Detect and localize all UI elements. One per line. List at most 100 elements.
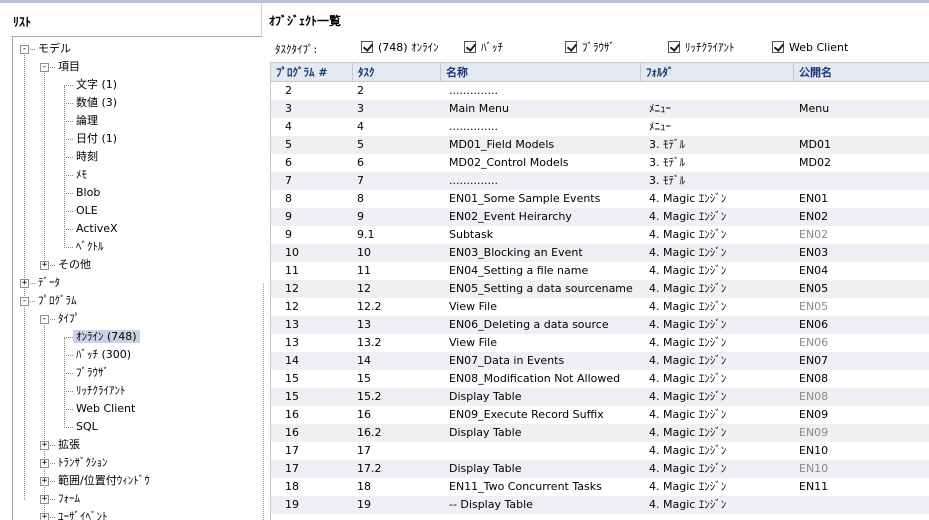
table-row[interactable]: 16 16 EN09_Execute Record Suffix 4. Magic ｴ… [271,406,929,424]
tree-item-label: 拡張 [58,438,80,451]
collapse-icon[interactable]: - [40,63,49,72]
expand-icon[interactable]: + [40,441,49,450]
table-cell: 4. Magic ｴﾝｼﾞﾝ [649,480,727,493]
table-row[interactable]: 18 18 EN11_Two Concurrent Tasks 4. Magic ｴﾝ… [271,478,929,496]
expand-icon[interactable]: + [40,495,49,504]
tree-item[interactable]: ﾀｲﾌﾟ [55,311,83,327]
table-cell: .............. [449,120,498,133]
tree-item[interactable]: ﾌﾞﾗｳｻﾞ [73,365,112,381]
tree-item[interactable]: ActiveX [73,221,121,237]
table-row[interactable]: 17 17 4. Magic ｴﾝｼﾞﾝ EN10 [271,442,929,460]
table-row[interactable]: 6 6 MD02_Control Models 3. ﾓﾃﾞﾙ MD02 [271,154,929,172]
table-row[interactable]: 12 12.2 View File 4. Magic ｴﾝｼﾞﾝ EN05 [271,298,929,316]
column-header[interactable]: 名称 [441,63,641,82]
table-row[interactable]: 19 19 -- Display Table 4. Magic ｴﾝｼﾞﾝ [271,496,929,514]
tree-connector [64,211,73,212]
tree-connector [64,337,73,338]
expand-icon[interactable]: + [40,261,49,270]
column-header[interactable]: ﾀｽｸ [353,63,441,82]
table-row[interactable]: 3 3 Main Menu ﾒﾆｭｰ Menu [271,100,929,118]
tree-item[interactable]: ﾄﾗﾝｻﾞｸｼｮﾝ [55,455,111,471]
tree-item[interactable]: ﾊﾞｯﾁ (300) [73,347,134,363]
tree-item[interactable]: 数値 (3) [73,95,120,111]
table-row[interactable]: 17 17.2 Display Table 4. Magic ｴﾝｼﾞﾝ EN10 [271,460,929,478]
table-cell: EN06_Deleting a data source [449,318,609,331]
table-row[interactable]: 9 9.1 Subtask 4. Magic ｴﾝｼﾞﾝ EN02 [271,226,929,244]
tree-item[interactable]: 論理 [73,113,101,129]
table-cell: EN11_Two Concurrent Tasks [449,480,602,493]
collapse-icon[interactable]: - [20,297,29,306]
table-cell: EN01_Some Sample Events [449,192,601,205]
table-row[interactable]: 11 11 EN04_Setting a file name 4. Magic ｴﾝｼ… [271,262,929,280]
task-type-checkbox[interactable]: ﾊﾞｯﾁ [464,41,503,55]
checkbox-checked-icon[interactable] [772,41,784,53]
table-row[interactable]: 8 8 EN01_Some Sample Events 4. Magic ｴﾝｼﾞﾝ E… [271,190,929,208]
table-cell: 3. ﾓﾃﾞﾙ [649,174,685,187]
expand-icon[interactable]: + [40,513,49,520]
checkbox-checked-icon[interactable] [464,41,476,53]
tree-item[interactable]: ﾕｰｻﾞｲﾍﾞﾝﾄ [55,509,111,520]
tree-item[interactable]: ﾌｫｰﾑ [55,491,83,507]
table-cell: .............. [449,84,498,97]
tree-item[interactable]: ﾍﾞｸﾄﾙ [73,239,107,255]
table-cell: EN07_Data in Events [449,354,565,367]
column-header[interactable]: 公開名 [794,63,929,82]
tree-item[interactable]: ｵﾝﾗｲﾝ (748) [73,329,140,345]
table-cell: 19 [285,498,299,511]
table-cell: 3 [357,102,364,115]
navigation-tree[interactable]: - モデル - 項目 文字 (1) 数値 (3) 論理 日付 (1) 時刻 ﾒﾓ Blob OLE Ac… [12,36,262,520]
table-row[interactable]: 2 2.............. [271,82,929,100]
table-row[interactable]: 15 15 EN08_Modification Not Allowed 4. Magi… [271,370,929,388]
tree-item[interactable]: その他 [55,257,94,273]
tree-item[interactable]: ﾃﾞｰﾀ [35,275,63,291]
checkbox-checked-icon[interactable] [361,41,373,53]
tree-item[interactable]: 日付 (1) [73,131,120,147]
table-cell: 4. Magic ｴﾝｼﾞﾝ [649,264,727,277]
table-row[interactable]: 13 13 EN06_Deleting a data source 4. Magic … [271,316,929,334]
table-cell: 12 [285,300,299,313]
column-header[interactable]: ﾌｫﾙﾀﾞ [641,63,794,82]
table-cell: 13.2 [357,336,382,349]
table-row[interactable]: 9 9 EN02_Event Heirarchy 4. Magic ｴﾝｼﾞﾝ EN02 [271,208,929,226]
table-row[interactable]: 14 14 EN07_Data in Events 4. Magic ｴﾝｼﾞﾝ EN0… [271,352,929,370]
table-row[interactable]: 13 13.2 View File 4. Magic ｴﾝｼﾞﾝ EN06 [271,334,929,352]
table-row[interactable]: 15 15.2 Display Table 4. Magic ｴﾝｼﾞﾝ EN08 [271,388,929,406]
tree-item[interactable]: 文字 (1) [73,77,120,93]
tree-item[interactable]: OLE [73,203,101,219]
checkbox-checked-icon[interactable] [565,41,577,53]
table-row[interactable]: 16 16.2 Display Table 4. Magic ｴﾝｼﾞﾝ EN09 [271,424,929,442]
tree-item-label: ﾄﾗﾝｻﾞｸｼｮﾝ [58,456,108,469]
expand-icon[interactable]: + [40,477,49,486]
column-header[interactable]: ﾌﾟﾛｸﾞﾗﾑ # [271,63,353,82]
tree-item[interactable]: 範囲/位置付ｳｨﾝﾄﾞｳ [55,473,153,489]
tree-item[interactable]: モデル [35,41,74,57]
task-type-checkbox[interactable]: ﾘｯﾁｸﾗｲｱﾝﾄ [668,41,735,55]
table-row[interactable]: 12 12 EN05_Setting a data sourcename 4. Mag… [271,280,929,298]
collapse-icon[interactable]: - [40,315,49,324]
task-type-checkbox[interactable]: (748) ｵﾝﾗｲﾝ [361,41,439,55]
checkbox-checked-icon[interactable] [668,41,680,53]
expand-icon[interactable]: + [40,459,49,468]
tree-item[interactable]: SQL [73,419,101,435]
table-row[interactable]: 5 5 MD01_Field Models 3. ﾓﾃﾞﾙ MD01 [271,136,929,154]
tree-item[interactable]: ﾌﾟﾛｸﾞﾗﾑ [35,293,80,309]
tree-item-label: ﾌﾟﾛｸﾞﾗﾑ [38,294,77,307]
table-cell: ﾒﾆｭｰ [649,120,671,133]
collapse-icon[interactable]: - [20,45,29,54]
table-cell: 3. ﾓﾃﾞﾙ [649,156,685,169]
tree-item[interactable]: 項目 [55,59,83,75]
table-row[interactable]: 10 10 EN03_Blocking an Event 4. Magic ｴﾝｼﾞﾝ… [271,244,929,262]
table-cell: EN08_Modification Not Allowed [449,372,621,385]
table-row[interactable]: 4 4.............. ﾒﾆｭｰ [271,118,929,136]
table-row[interactable]: 7 7.............. 3. ﾓﾃﾞﾙ [271,172,929,190]
task-type-checkbox[interactable]: ﾌﾞﾗｳｻﾞ [565,41,615,55]
tree-item[interactable]: 時刻 [73,149,101,165]
tree-item[interactable]: Web Client [73,401,138,417]
expand-icon[interactable]: + [20,279,29,288]
tree-item[interactable]: ﾘｯﾁｸﾗｲｱﾝﾄ [73,383,129,399]
task-type-checkbox[interactable]: Web Client [772,41,848,55]
tree-item[interactable]: ﾒﾓ [73,167,90,183]
tree-item[interactable]: 拡張 [55,437,83,453]
object-grid[interactable]: ﾌﾟﾛｸﾞﾗﾑ # ﾀｽｸ 名称 ﾌｫﾙﾀﾞ 公開名 2 2.............. 3… [270,62,929,520]
tree-item[interactable]: Blob [73,185,103,201]
